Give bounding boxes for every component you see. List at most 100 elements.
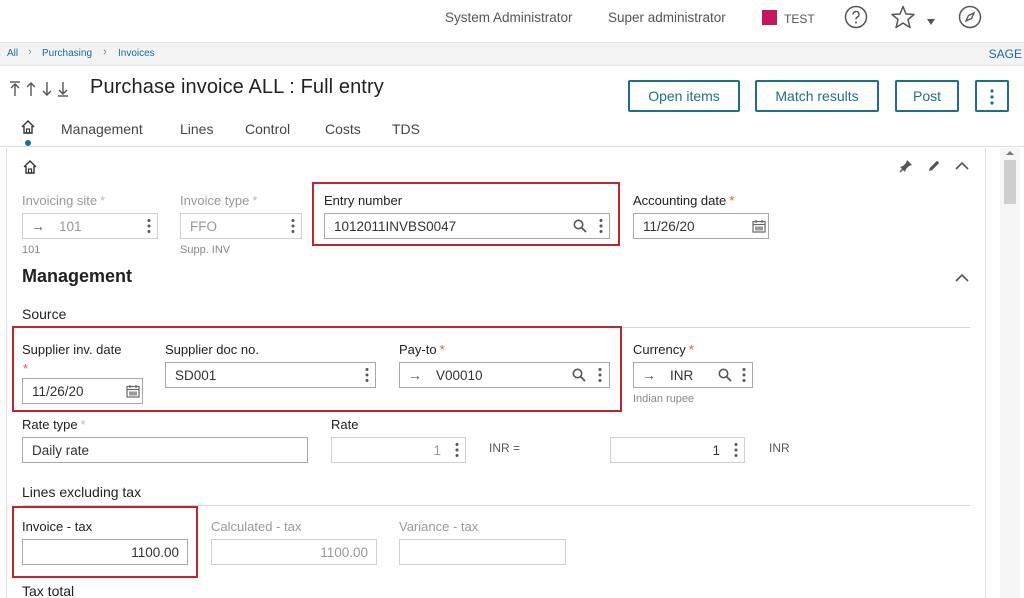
open-items-button[interactable]: Open items bbox=[628, 80, 740, 112]
rate-value: 1 bbox=[433, 443, 441, 458]
scrollbar[interactable] bbox=[1000, 148, 1020, 598]
lines-excluding-tax-title: Lines excluding tax bbox=[22, 484, 142, 500]
currency-field[interactable]: → INR bbox=[633, 362, 753, 388]
supplier-doc-no-label: Supplier doc no. bbox=[165, 342, 259, 357]
field-menu-icon[interactable] bbox=[365, 367, 369, 383]
invoice-type-field[interactable]: FFO bbox=[180, 213, 302, 239]
link-arrow-icon[interactable]: → bbox=[408, 367, 422, 383]
calculated-tax-label: Calculated - tax bbox=[211, 519, 302, 534]
pay-to-field[interactable]: → V00010 bbox=[399, 362, 610, 388]
tab-control[interactable]: Control bbox=[245, 121, 290, 137]
favorites-star-icon[interactable] bbox=[890, 4, 916, 30]
calculated-tax-value: 1100.00 bbox=[320, 545, 368, 560]
post-button[interactable]: Post bbox=[895, 80, 959, 112]
record-navigation bbox=[8, 80, 70, 98]
search-icon[interactable] bbox=[573, 219, 587, 233]
variance-tax-label: Variance - tax bbox=[399, 519, 479, 534]
edit-pencil-icon[interactable] bbox=[926, 158, 942, 174]
breadcrumb: All › Purchasing › Invoices SAGE bbox=[0, 42, 1024, 66]
required-marker: * bbox=[23, 361, 29, 376]
field-menu-icon[interactable] bbox=[599, 218, 603, 234]
tab-management[interactable]: Management bbox=[61, 121, 143, 137]
match-results-button[interactable]: Match results bbox=[755, 80, 879, 112]
compass-icon[interactable] bbox=[957, 4, 983, 30]
link-arrow-icon[interactable]: → bbox=[31, 218, 45, 234]
scroll-up-icon[interactable] bbox=[1003, 148, 1017, 158]
supplier-doc-no-field[interactable]: SD001 bbox=[165, 362, 376, 388]
search-icon[interactable] bbox=[572, 368, 586, 382]
chevron-down-icon[interactable] bbox=[926, 18, 936, 26]
search-icon[interactable] bbox=[718, 368, 732, 382]
invoicing-site-field[interactable]: → 101 bbox=[22, 213, 158, 239]
field-menu-icon[interactable] bbox=[147, 218, 151, 234]
tax-total-title: Tax total bbox=[22, 583, 75, 598]
user-role[interactable]: Super administrator bbox=[608, 10, 726, 25]
rate-type-field[interactable]: Daily rate bbox=[22, 437, 308, 463]
field-menu-icon[interactable] bbox=[291, 218, 295, 234]
invoice-type-label: Invoice type * bbox=[180, 193, 258, 208]
link-arrow-icon[interactable]: → bbox=[642, 367, 656, 383]
invoice-type-value: FFO bbox=[190, 219, 217, 234]
pay-to-value: V00010 bbox=[436, 368, 483, 383]
management-section-title: Management bbox=[22, 266, 133, 286]
entry-number-label: Entry number bbox=[324, 193, 403, 208]
field-menu-icon[interactable] bbox=[598, 367, 602, 383]
breadcrumb-purchasing[interactable]: Purchasing bbox=[42, 48, 92, 59]
collapse-chevron-icon[interactable] bbox=[954, 160, 970, 172]
tab-divider bbox=[0, 146, 1024, 147]
calendar-icon[interactable] bbox=[752, 219, 766, 233]
invoicing-site-value: 101 bbox=[59, 219, 82, 234]
invoice-type-description: Supp. INV bbox=[180, 244, 231, 256]
supplier-doc-no-value: SD001 bbox=[175, 368, 217, 383]
entry-number-field[interactable]: 1012011INVBS0047 bbox=[324, 213, 610, 239]
rate-converted-field[interactable]: 1 bbox=[610, 437, 745, 463]
previous-record-icon[interactable] bbox=[24, 80, 38, 98]
environment-label[interactable]: TEST bbox=[784, 12, 815, 26]
invoice-tax-label: Invoice - tax bbox=[22, 519, 93, 534]
calendar-icon[interactable] bbox=[126, 384, 140, 398]
invoicing-site-label: Invoicing site * bbox=[22, 193, 106, 208]
breadcrumb-all[interactable]: All bbox=[7, 48, 18, 59]
currency-description: Indian rupee bbox=[633, 393, 695, 405]
user-name[interactable]: System Administrator bbox=[445, 10, 573, 25]
invoice-tax-field[interactable]: 1100.00 bbox=[22, 539, 188, 565]
rate-label: Rate bbox=[331, 417, 359, 432]
rate-unit-right: INR bbox=[769, 441, 790, 455]
home-tab-icon[interactable] bbox=[20, 119, 36, 135]
tab-costs[interactable]: Costs bbox=[325, 121, 361, 137]
rate-type-label: Rate type * bbox=[22, 417, 86, 432]
top-bar: System Administrator Super administrator… bbox=[0, 0, 1024, 40]
scrollbar-thumb[interactable] bbox=[1004, 160, 1016, 204]
home-section-icon bbox=[23, 160, 37, 174]
breadcrumb-separator-icon: › bbox=[103, 46, 107, 58]
field-menu-icon[interactable] bbox=[455, 442, 459, 458]
help-icon[interactable] bbox=[843, 4, 869, 30]
accounting-date-value: 11/26/20 bbox=[643, 219, 695, 234]
tab-tds[interactable]: TDS bbox=[392, 121, 420, 137]
next-record-icon[interactable] bbox=[40, 80, 54, 98]
accounting-date-field[interactable]: 11/26/20 bbox=[633, 213, 769, 239]
variance-tax-field[interactable] bbox=[399, 539, 566, 565]
last-record-icon[interactable] bbox=[56, 80, 70, 98]
breadcrumb-invoices[interactable]: Invoices bbox=[118, 48, 155, 59]
supplier-inv-date-value: 11/26/20 bbox=[32, 384, 84, 399]
pay-to-label: Pay-to * bbox=[399, 342, 445, 357]
rate-converted-value: 1 bbox=[712, 443, 720, 458]
calculated-tax-field[interactable]: 1100.00 bbox=[211, 539, 377, 565]
more-vertical-icon bbox=[990, 89, 994, 105]
first-record-icon[interactable] bbox=[8, 80, 22, 98]
more-actions-button[interactable] bbox=[975, 80, 1009, 112]
field-menu-icon[interactable] bbox=[742, 367, 746, 383]
breadcrumb-separator-icon: › bbox=[28, 46, 32, 58]
pin-icon[interactable] bbox=[898, 158, 914, 174]
source-block-title: Source bbox=[22, 306, 67, 322]
rate-field[interactable]: 1 bbox=[331, 437, 466, 463]
invoicing-site-description: 101 bbox=[22, 244, 41, 256]
entry-number-value: 1012011INVBS0047 bbox=[334, 219, 457, 234]
tab-lines[interactable]: Lines bbox=[180, 121, 213, 137]
field-menu-icon[interactable] bbox=[734, 442, 738, 458]
collapse-chevron-icon[interactable] bbox=[954, 272, 970, 284]
company-label[interactable]: SAGE bbox=[989, 47, 1022, 61]
supplier-inv-date-label: Supplier inv. date bbox=[22, 342, 122, 357]
supplier-inv-date-field[interactable]: 11/26/20 bbox=[22, 378, 143, 404]
